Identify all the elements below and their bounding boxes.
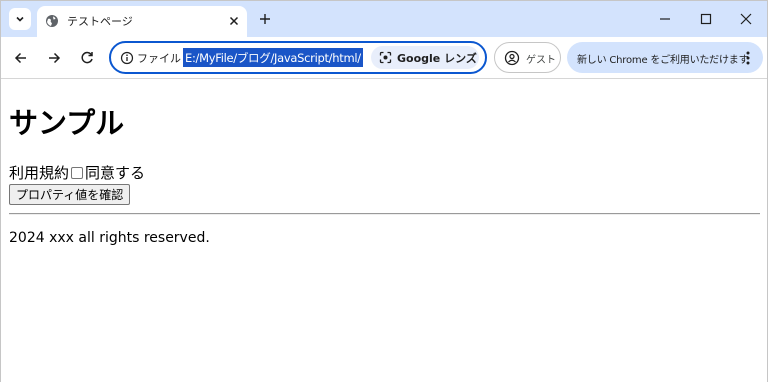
terms-label: 利用規約: [9, 164, 70, 182]
forward-icon[interactable]: [44, 48, 64, 68]
lens-label: Google レンズ: [397, 52, 477, 65]
page-title: サンプル: [9, 106, 125, 140]
url-text[interactable]: E:/MyFile/ブログ/JavaScript/html/: [183, 48, 363, 67]
update-chrome-button[interactable]: 新しい Chrome をご利用いただけます: [567, 42, 763, 73]
guest-profile-button[interactable]: ゲスト: [494, 42, 561, 73]
tab-active[interactable]: テストページ: [37, 6, 247, 37]
guest-label: ゲスト: [526, 55, 556, 66]
plus-icon[interactable]: [257, 11, 273, 27]
globe-icon: [46, 15, 58, 27]
agree-checkbox[interactable]: [71, 166, 84, 179]
guest-icon: [504, 50, 520, 66]
google-lens-button[interactable]: Google レンズ: [371, 46, 479, 69]
footer-text: 2024 xxx all rights reserved.: [9, 230, 210, 246]
toolbar: ファイル E:/MyFile/ブログ/JavaScript/html/ Goog…: [1, 37, 767, 79]
tab-title: テストページ: [67, 15, 133, 28]
terms-row: 利用規約 同意する: [9, 162, 145, 183]
tab-search-icon: [16, 16, 24, 22]
info-icon[interactable]: [120, 51, 134, 65]
tab-strip: テストページ: [1, 1, 767, 37]
check-property-button[interactable]: プロパティ値を確認: [9, 184, 131, 205]
address-bar[interactable]: ファイル E:/MyFile/ブログ/JavaScript/html/ Goog…: [109, 41, 487, 74]
reload-icon[interactable]: [77, 48, 97, 68]
maximize-icon[interactable]: [698, 11, 714, 27]
browser-window: テストページ ファイル E:/MyFile/ブログ/JavaScript/htm…: [0, 0, 768, 382]
lens-icon: [379, 51, 392, 64]
back-icon[interactable]: [11, 48, 31, 68]
promo-label: 新しい Chrome をご利用いただけます: [577, 55, 749, 66]
scheme-label[interactable]: ファイル: [137, 50, 181, 66]
agree-label[interactable]: 同意する: [85, 162, 145, 183]
close-icon[interactable]: [227, 14, 241, 28]
horizontal-rule: [9, 213, 760, 215]
menu-dots-icon[interactable]: [745, 50, 751, 66]
tab-search-button[interactable]: [9, 8, 31, 30]
minimize-icon[interactable]: [657, 11, 673, 27]
window-close-icon[interactable]: [738, 11, 754, 27]
page-content: サンプル 利用規約 同意する プロパティ値を確認 2024 xxx all ri…: [1, 80, 767, 382]
